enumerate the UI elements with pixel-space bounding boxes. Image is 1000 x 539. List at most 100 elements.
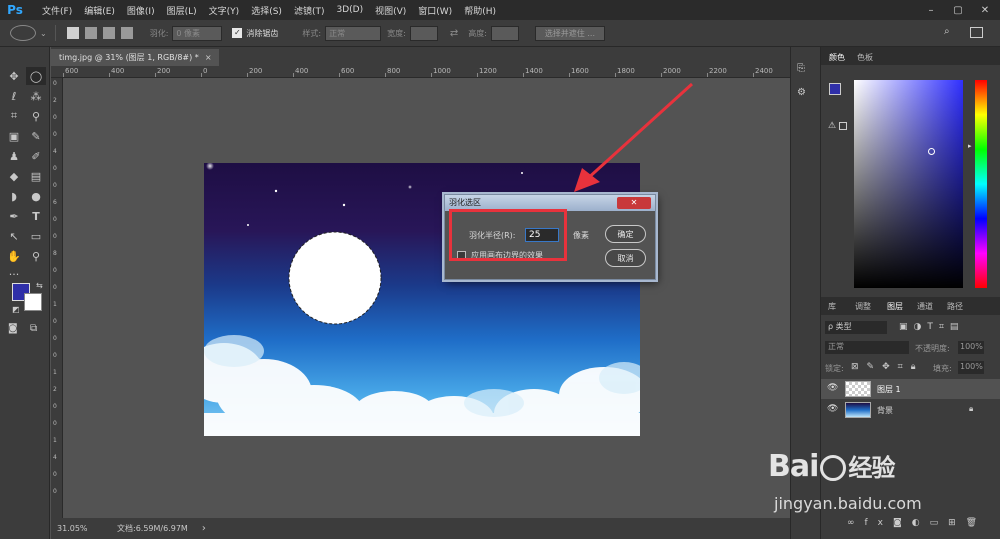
menu-type[interactable]: 文字(Y) [203, 4, 246, 17]
width-label: 宽度: [387, 28, 406, 38]
fill-label: 填充: [933, 364, 952, 373]
ruler-label: 0 [53, 216, 57, 223]
status-menu-arrow[interactable]: › [202, 523, 206, 534]
screen-mode-icon[interactable]: ⧉ [30, 323, 37, 334]
ruler-label: 400 [111, 67, 125, 75]
antialias-checkbox[interactable]: ✓ [232, 28, 243, 38]
ruler-label: 6 [53, 199, 57, 206]
watermark-brand-b: 经验 [848, 454, 895, 482]
magic-wand-icon[interactable]: ⁂ [26, 87, 46, 105]
visibility-eye-icon[interactable]: 👁︎ [827, 383, 838, 393]
menu-edit[interactable]: 编辑(E) [78, 4, 121, 17]
hue-slider-handle[interactable]: ▸ [968, 142, 972, 150]
foreground-color-fill [13, 283, 29, 299]
style-select[interactable]: 正常 [325, 25, 382, 41]
default-colors-icon[interactable]: ◩ [12, 305, 20, 314]
close-tab-icon[interactable]: × [205, 53, 212, 62]
layer-name[interactable]: 背景 [877, 405, 893, 416]
color-panel-foreground[interactable] [829, 83, 841, 95]
eyedropper-icon[interactable]: ⚲ [26, 107, 46, 125]
layer-row-layer1[interactable]: 👁︎ 图层 1 [821, 379, 1000, 399]
layer-kind-filter[interactable]: ρ 类型 [825, 321, 887, 334]
subtract-selection-icon[interactable] [102, 27, 115, 39]
clone-stamp-icon[interactable]: ♟ [4, 147, 24, 165]
swap-colors-icon[interactable]: ⇆ [36, 281, 43, 290]
width-input[interactable] [409, 25, 438, 41]
status-bar: 31.05% 文档:6.59M/6.97M › [51, 518, 790, 539]
add-selection-icon[interactable] [84, 27, 97, 39]
layer-filter-icons[interactable]: ▣◑T⌗▤ [899, 322, 964, 332]
tab-color[interactable]: 颜色 [829, 52, 845, 63]
menu-window[interactable]: 窗口(W) [412, 4, 458, 17]
ruler-label: 200 [157, 67, 171, 75]
intersect-selection-icon[interactable] [120, 27, 133, 39]
tab-paths[interactable]: 路径 [947, 301, 963, 312]
fill-input[interactable]: 100% [958, 361, 984, 374]
color-picker-field[interactable] [854, 80, 963, 288]
blend-mode-select[interactable]: 正常 [825, 341, 909, 354]
document-tab[interactable]: timg.jpg @ 31% (图层 1, RGB/8#) * × [51, 47, 219, 66]
healing-brush-icon[interactable]: ▣ [4, 127, 24, 145]
elliptical-marquee-tool-icon[interactable]: ◯ [26, 67, 46, 85]
layer-name[interactable]: 图层 1 [877, 384, 901, 395]
layer-row-background[interactable]: 👁︎ 背景 🔒︎ [821, 400, 1000, 420]
elliptical-marquee-preset-icon[interactable] [10, 25, 36, 41]
menu-3d[interactable]: 3D(D) [330, 5, 369, 15]
hue-slider[interactable] [975, 80, 987, 288]
feather-input[interactable]: 0 像素 [172, 25, 223, 41]
tab-layers[interactable]: 图层 [887, 301, 903, 312]
swap-icon[interactable]: ⇄ [450, 28, 458, 39]
select-and-mask-button[interactable]: 选择并遮住 ... [534, 25, 605, 41]
quick-mask-icon[interactable]: ◙ [8, 323, 18, 334]
move-tool-icon[interactable]: ✥ [4, 67, 24, 85]
eraser-icon[interactable]: ◆ [4, 167, 24, 185]
workspace-icon[interactable] [970, 27, 983, 38]
crop-tool-icon[interactable]: ⌗ [4, 107, 24, 125]
new-selection-icon[interactable] [66, 27, 79, 39]
height-input[interactable] [490, 25, 519, 41]
minimize-button[interactable]: – [918, 0, 944, 20]
zoom-tool-icon[interactable]: ⚲ [26, 247, 46, 265]
tab-libraries[interactable]: 库 [828, 301, 836, 312]
lock-icons[interactable]: ⊠✎✥⌗🔒︎ [851, 362, 923, 372]
history-panel-icon[interactable]: ⎘ [797, 63, 805, 74]
more-tools-icon[interactable]: ··· [4, 265, 24, 283]
web-color-icon[interactable] [839, 122, 847, 130]
history-brush-icon[interactable]: ✐ [26, 147, 46, 165]
menu-view[interactable]: 视图(V) [369, 4, 412, 17]
rectangle-tool-icon[interactable]: ▭ [26, 227, 46, 245]
ruler-label: 2000 [663, 67, 681, 75]
menu-help[interactable]: 帮助(H) [458, 4, 502, 17]
zoom-level[interactable]: 31.05% [57, 524, 107, 533]
menu-layer[interactable]: 图层(L) [161, 4, 203, 17]
maximize-button[interactable]: ▢ [945, 0, 971, 20]
ruler-label: 2200 [709, 67, 727, 75]
lasso-tool-icon[interactable]: ℓ [4, 87, 24, 105]
ruler-label: 0 [53, 284, 57, 291]
type-tool-icon[interactable]: T [26, 207, 46, 225]
cancel-button[interactable]: 取消 [605, 249, 646, 267]
menu-image[interactable]: 图像(I) [121, 4, 161, 17]
menu-select[interactable]: 选择(S) [245, 4, 288, 17]
chevron-down-icon[interactable]: ⌄ [40, 29, 47, 38]
brush-tool-icon[interactable]: ✎ [26, 127, 46, 145]
close-window-button[interactable]: ✕ [972, 0, 998, 20]
color-picker-cursor[interactable] [928, 148, 935, 155]
ok-button[interactable]: 确定 [605, 225, 646, 243]
tab-channels[interactable]: 通道 [917, 301, 933, 312]
tab-swatches[interactable]: 色板 [857, 52, 873, 63]
hand-tool-icon[interactable]: ✋ [4, 247, 24, 265]
path-selection-icon[interactable]: ↖ [4, 227, 24, 245]
dodge-tool-icon[interactable]: ● [26, 187, 46, 205]
gradient-tool-icon[interactable]: ▤ [26, 167, 46, 185]
menu-filter[interactable]: 滤镜(T) [288, 4, 331, 17]
ruler-label: 0 [53, 403, 57, 410]
menu-file[interactable]: 文件(F) [36, 4, 78, 17]
blur-tool-icon[interactable]: ◗ [4, 187, 24, 205]
visibility-eye-icon[interactable]: 👁︎ [827, 404, 838, 414]
opacity-input[interactable]: 100% [958, 341, 984, 354]
pen-tool-icon[interactable]: ✒ [4, 207, 24, 225]
search-icon[interactable]: ⌕ [944, 26, 950, 37]
tab-adjustments[interactable]: 调整 [855, 301, 871, 312]
properties-panel-icon[interactable]: ⚙ [797, 87, 806, 98]
